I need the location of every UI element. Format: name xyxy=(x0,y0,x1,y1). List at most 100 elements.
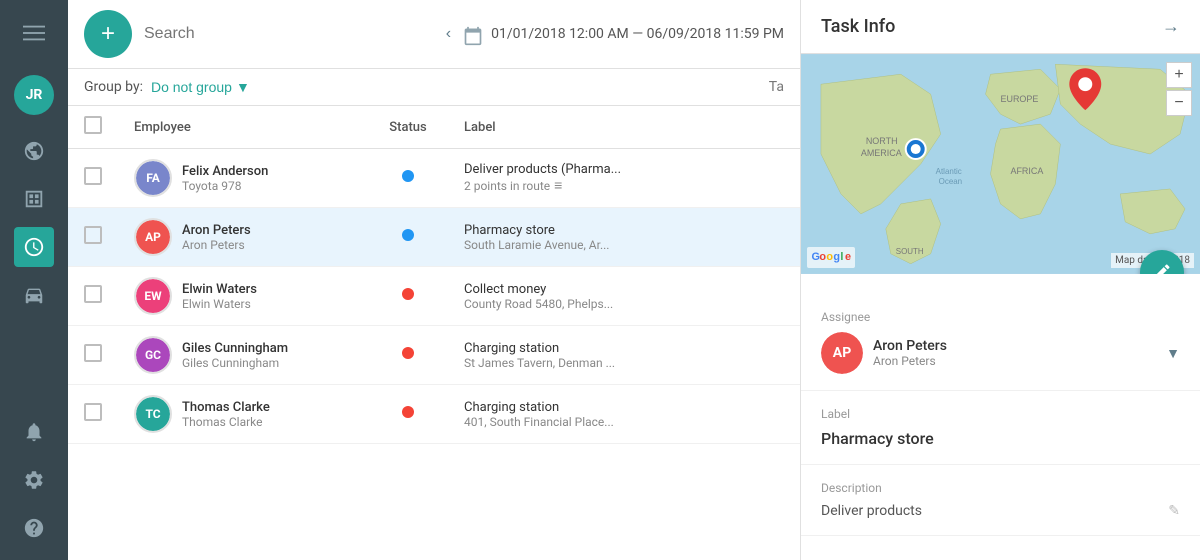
sidebar: JR xyxy=(0,0,68,560)
th-extra xyxy=(749,106,800,149)
employee-name: Felix Anderson xyxy=(182,164,268,179)
table-row[interactable]: EW Elwin Waters Elwin Waters Collect mon… xyxy=(68,267,800,326)
row-employee-cell: AP Aron Peters Aron Peters xyxy=(118,208,368,267)
table-header: Employee Status Label xyxy=(68,106,800,149)
map-container: NORTH AMERICA EUROPE AFRICA Atlantic Oce… xyxy=(801,54,1200,274)
prev-arrow[interactable]: ‹ xyxy=(442,21,455,47)
label-section: Label Pharmacy store xyxy=(801,391,1200,465)
assignee-label: Assignee xyxy=(821,310,1180,324)
table-row[interactable]: GC Giles Cunningham Giles Cunningham Cha… xyxy=(68,326,800,385)
svg-text:o: o xyxy=(826,251,833,263)
row-checkbox-cell xyxy=(68,149,118,208)
status-dot xyxy=(402,406,414,418)
employee-table: Employee Status Label FA Felix Anderson xyxy=(68,106,800,560)
assignee-dropdown-arrow[interactable]: ▼ xyxy=(1166,345,1180,362)
sidebar-icon-globe[interactable] xyxy=(14,131,54,171)
employee-name: Giles Cunningham xyxy=(182,341,288,356)
task-info-panel: Task Info → NORTH AMERICA EUROPE AFRIC xyxy=(800,0,1200,560)
panel-header: Task Info → xyxy=(801,0,1200,54)
row-label-cell: Charging station 401, South Financial Pl… xyxy=(448,385,749,444)
row-label-cell: Deliver products (Pharma... 2 points in … xyxy=(448,149,749,208)
row-status-cell xyxy=(368,326,448,385)
table-row[interactable]: TC Thomas Clarke Thomas Clarke Charging … xyxy=(68,385,800,444)
label-sub: 2 points in route ≡ xyxy=(464,177,733,194)
date-range: 01/01/2018 12:00 AM — 06/09/2018 11:59 P… xyxy=(491,26,784,42)
status-dot xyxy=(402,170,414,182)
label-sub: 401, South Financial Place... xyxy=(464,415,733,429)
row-checkbox[interactable] xyxy=(84,285,102,303)
label-title: Collect money xyxy=(464,282,733,297)
row-extra-cell xyxy=(749,326,800,385)
sidebar-icon-table[interactable] xyxy=(14,179,54,219)
table-row[interactable]: FA Felix Anderson Toyota 978 Deliver pro… xyxy=(68,149,800,208)
employee-avatar: GC xyxy=(134,336,172,374)
sidebar-icon-bell[interactable] xyxy=(14,412,54,452)
row-label-cell: Charging station St James Tavern, Denman… xyxy=(448,326,749,385)
table-row[interactable]: AP Aron Peters Aron Peters Pharmacy stor… xyxy=(68,208,800,267)
label-sub: St James Tavern, Denman ... xyxy=(464,356,733,370)
svg-text:o: o xyxy=(819,251,826,263)
svg-text:e: e xyxy=(845,251,851,263)
edit-description-icon[interactable]: ✎ xyxy=(1168,503,1180,519)
label-sub: County Road 5480, Phelps... xyxy=(464,297,733,311)
row-employee-cell: TC Thomas Clarke Thomas Clarke xyxy=(118,385,368,444)
assignee-info: Aron Peters Aron Peters xyxy=(873,338,1156,368)
employee-sub: Elwin Waters xyxy=(182,297,257,311)
sidebar-icon-car[interactable] xyxy=(14,275,54,315)
row-checkbox-cell xyxy=(68,267,118,326)
row-checkbox[interactable] xyxy=(84,344,102,362)
row-checkbox[interactable] xyxy=(84,403,102,421)
label-title: Charging station xyxy=(464,341,733,356)
row-label-cell: Pharmacy store South Laramie Avenue, Ar.… xyxy=(448,208,749,267)
sidebar-icon-gear[interactable] xyxy=(14,460,54,500)
user-avatar[interactable]: JR xyxy=(14,75,54,115)
sidebar-icon-help[interactable] xyxy=(14,508,54,548)
row-extra-cell xyxy=(749,267,800,326)
row-checkbox[interactable] xyxy=(84,167,102,185)
row-employee-cell: EW Elwin Waters Elwin Waters xyxy=(118,267,368,326)
description-text: Deliver products xyxy=(821,503,922,519)
status-dot xyxy=(402,229,414,241)
row-checkbox-cell xyxy=(68,208,118,267)
panel-close-button[interactable]: → xyxy=(1162,16,1180,37)
toolbar: Group by: Do not group ▼ Ta xyxy=(68,69,800,106)
map-zoom-in[interactable]: + xyxy=(1166,62,1192,88)
employee-sub: Toyota 978 xyxy=(182,179,268,193)
employee-name: Elwin Waters xyxy=(182,282,257,297)
main-content: + ‹ 01/01/2018 12:00 AM — 06/09/2018 11:… xyxy=(68,0,800,560)
select-all-checkbox[interactable] xyxy=(84,116,102,134)
description-section: Description Deliver products ✎ xyxy=(801,465,1200,536)
search-input[interactable] xyxy=(144,25,430,43)
employee-sub: Thomas Clarke xyxy=(182,415,270,429)
employee-sub: Aron Peters xyxy=(182,238,251,252)
row-employee-cell: FA Felix Anderson Toyota 978 xyxy=(118,149,368,208)
employee-avatar: TC xyxy=(134,395,172,433)
row-employee-cell: GC Giles Cunningham Giles Cunningham xyxy=(118,326,368,385)
row-checkbox[interactable] xyxy=(84,226,102,244)
sidebar-icon-clock[interactable] xyxy=(14,227,54,267)
assignee-name: Aron Peters xyxy=(873,338,1156,354)
group-by-value: Do not group xyxy=(151,79,232,95)
menu-icon[interactable] xyxy=(13,12,55,59)
employee-name: Aron Peters xyxy=(182,223,251,238)
map-logo: Google xyxy=(807,247,855,268)
label-title: Charging station xyxy=(464,400,733,415)
assignee-sub: Aron Peters xyxy=(873,354,1156,368)
row-label-cell: Collect money County Road 5480, Phelps..… xyxy=(448,267,749,326)
panel-title: Task Info xyxy=(821,16,895,37)
th-label: Label xyxy=(448,106,749,149)
th-checkbox xyxy=(68,106,118,149)
svg-text:AMERICA: AMERICA xyxy=(861,148,902,158)
add-button[interactable]: + xyxy=(84,10,132,58)
group-by-select[interactable]: Do not group ▼ xyxy=(151,79,250,95)
map-controls: + − xyxy=(1166,62,1192,116)
map-zoom-out[interactable]: − xyxy=(1166,90,1192,116)
row-status-cell xyxy=(368,149,448,208)
row-extra-cell xyxy=(749,385,800,444)
row-status-cell xyxy=(368,267,448,326)
header: + ‹ 01/01/2018 12:00 AM — 06/09/2018 11:… xyxy=(68,0,800,69)
employee-avatar: FA xyxy=(134,159,172,197)
svg-text:Ocean: Ocean xyxy=(939,177,962,186)
date-nav: ‹ 01/01/2018 12:00 AM — 06/09/2018 11:59… xyxy=(442,21,784,47)
row-extra-cell xyxy=(749,208,800,267)
